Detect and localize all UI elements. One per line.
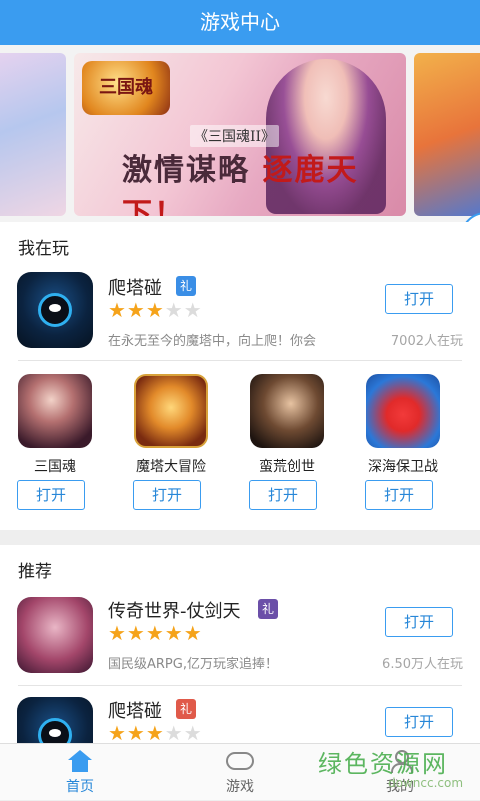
recommend-section: 推荐 传奇世界-仗剑天 礼 ★★★★★ 国民级ARPG,亿万玩家追捧！ 6.50… — [0, 545, 480, 743]
rating-stars: ★★★★★ — [108, 300, 203, 320]
open-button[interactable]: 打开 — [17, 480, 85, 510]
divider — [18, 685, 462, 686]
app-icon-climb[interactable] — [17, 272, 93, 348]
app-name: 爬塔碰 — [108, 278, 162, 299]
open-button[interactable]: 打开 — [385, 707, 453, 737]
gift-badge: 礼 — [176, 699, 196, 719]
open-button[interactable]: 打开 — [249, 480, 317, 510]
game-name: 深海保卫战 — [368, 459, 438, 475]
header-bar: 游戏中心 — [0, 0, 480, 45]
game-name: 三国魂 — [34, 459, 76, 475]
watermark: 绿色资源网 downcc.com — [318, 744, 480, 800]
tab-games[interactable]: 游戏 — [160, 744, 320, 801]
banner-headline: 激情谋略 逐鹿天下！ — [122, 145, 406, 216]
gift-badge: 礼 — [176, 276, 196, 296]
player-count: 6.50万人在玩 — [382, 657, 463, 672]
rating-stars: ★★★★★ — [108, 623, 203, 643]
stars-empty: ★★ — [164, 298, 203, 322]
banner-next[interactable] — [414, 53, 480, 216]
banner-current[interactable]: 三国魂 《三国魂II》 激情谋略 逐鹿天下！ — [74, 53, 406, 216]
stars-empty: ★★ — [164, 721, 203, 743]
game-icon[interactable] — [366, 374, 440, 448]
open-button[interactable]: 打开 — [365, 480, 433, 510]
tab-label: 游戏 — [226, 779, 254, 795]
banner-prev[interactable] — [0, 53, 66, 216]
app-icon-climb[interactable] — [17, 697, 93, 743]
playing-section: 我在玩 爬塔碰 礼 ★★★★★ 在永无至今的魔塔中，向上爬！你会 7002人在玩… — [0, 222, 480, 530]
tab-home[interactable]: 首页 — [0, 744, 160, 801]
game-name: 蛮荒创世 — [259, 459, 315, 475]
app-description: 在永无至今的魔塔中，向上爬！你会 — [108, 334, 317, 349]
open-button[interactable]: 打开 — [133, 480, 201, 510]
grid-item-shenhai[interactable]: 深海保卫战 — [348, 374, 458, 476]
page-title: 游戏中心 — [200, 10, 280, 34]
tab-label: 首页 — [66, 779, 94, 795]
grid-item-mota[interactable]: 魔塔大冒险 — [116, 374, 226, 476]
gift-badge: 礼 — [258, 599, 278, 619]
app-name: 传奇世界-仗剑天 — [108, 601, 241, 622]
banner-carousel[interactable]: 三国魂 《三国魂II》 激情谋略 逐鹿天下！ — [0, 45, 480, 222]
gamepad-icon — [226, 752, 254, 770]
player-count: 7002人在玩 — [390, 334, 463, 349]
section-title-recommend: 推荐 — [18, 562, 52, 582]
open-button[interactable]: 打开 — [385, 607, 453, 637]
open-button[interactable]: 打开 — [385, 284, 453, 314]
stars-filled: ★★★ — [108, 721, 165, 743]
banner-headline-left: 激情谋略 — [122, 153, 250, 188]
stars-filled: ★★★ — [108, 298, 165, 322]
game-icon[interactable] — [134, 374, 208, 448]
watermark-text: 绿色资源网 — [318, 750, 448, 778]
app-name: 爬塔碰 — [108, 701, 162, 722]
divider — [18, 360, 462, 361]
game-icon[interactable] — [250, 374, 324, 448]
game-icon[interactable] — [18, 374, 92, 448]
home-icon — [68, 750, 92, 772]
section-title-playing: 我在玩 — [18, 239, 69, 259]
watermark-url: downcc.com — [388, 776, 464, 790]
banner-subtitle: 《三国魂II》 — [190, 125, 280, 147]
app-description: 国民级ARPG,亿万玩家追捧！ — [108, 657, 278, 672]
stars-filled: ★★★★★ — [108, 621, 203, 645]
app-icon-legend[interactable] — [17, 597, 93, 673]
banner-logo: 三国魂 — [82, 61, 170, 115]
grid-item-manhuang[interactable]: 蛮荒创世 — [232, 374, 342, 476]
game-name: 魔塔大冒险 — [136, 459, 206, 475]
grid-item-sanguohun[interactable]: 三国魂 — [0, 374, 110, 476]
rating-stars: ★★★★★ — [108, 723, 203, 743]
